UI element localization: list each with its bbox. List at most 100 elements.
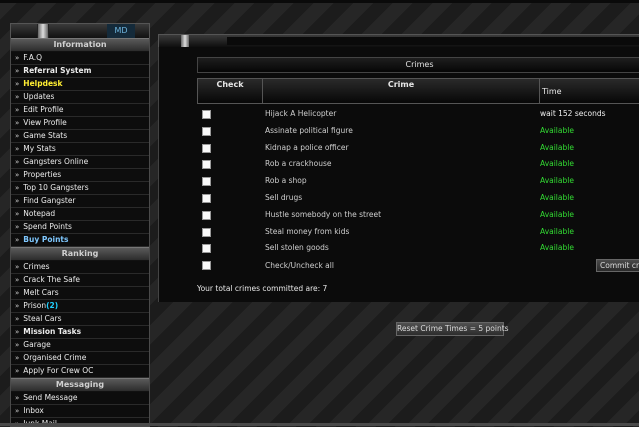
double-chevron-right-icon: » [15,210,20,218]
sidebar-item-inbox[interactable]: » Inbox [11,405,149,418]
prison-count-badge: (2) [46,301,59,310]
sidebar-item-label: Find Gangster [23,196,76,205]
sidebar-item-label: Game Stats [23,131,68,140]
sidebar-item-edit-profile[interactable]: » Edit Profile [11,104,149,117]
sidebar-item-label: Spend Points [23,222,72,231]
sidebar-item-updates[interactable]: » Updates [11,91,149,104]
sidebar-item-label: Buy Points [23,235,69,244]
crimes-title: Crimes [197,57,639,73]
crime-checkbox[interactable] [202,211,211,220]
double-chevron-right-icon: » [15,289,20,297]
crime-time-status: Available [540,210,574,219]
double-chevron-right-icon: » [15,354,20,362]
double-chevron-right-icon: » [15,236,20,244]
double-chevron-right-icon: » [15,328,20,336]
sidebar-item-find-gangster[interactable]: » Find Gangster [11,195,149,208]
sidebar-item-label: Notepad [23,209,56,218]
double-chevron-right-icon: » [15,367,20,375]
sidebar-item-garage[interactable]: » Garage [11,339,149,352]
crime-time-status: Available [540,159,574,168]
crime-time-status: Available [540,126,574,135]
sidebar-item-view-profile[interactable]: » View Profile [11,117,149,130]
sidebar-item-notepad[interactable]: » Notepad [11,208,149,221]
double-chevron-right-icon: » [15,132,20,140]
reset-crime-times-button[interactable]: Reset Crime Times = 5 points [396,322,509,336]
sidebar-item-label: Prison [23,301,47,310]
crime-name: Sell drugs [265,193,303,202]
double-chevron-right-icon: » [15,184,20,192]
sidebar-item-top-10-gangsters[interactable]: » Top 10 Gangsters [11,182,149,195]
double-chevron-right-icon: » [15,197,20,205]
sidebar-item-mission-tasks[interactable]: » Mission Tasks [11,326,149,339]
sidebar-item-referral-system[interactable]: » Referral System [11,65,149,78]
sidebar-item-gangsters-online[interactable]: » Gangsters Online [11,156,149,169]
column-header-crime-label: Crime [387,80,415,89]
double-chevron-right-icon: » [15,54,20,62]
double-chevron-right-icon: » [15,394,20,402]
sidebar-item-buy-points[interactable]: » Buy Points [11,234,149,247]
sidebar-item-label: Properties [23,170,62,179]
double-chevron-right-icon: » [15,145,20,153]
double-chevron-right-icon: » [15,80,20,88]
sidebar-item-crimes[interactable]: » Crimes [11,261,149,274]
sidebar-item-label: Apply For Crew OC [23,366,94,375]
crime-checkbox[interactable] [202,244,211,253]
sidebar-item-spend-points[interactable]: » Spend Points [11,221,149,234]
commit-crimes-button[interactable]: Commit crimes [596,259,639,272]
crime-time-status: wait 152 seconds [540,109,606,118]
double-chevron-right-icon: » [15,223,20,231]
sidebar-item-melt-cars[interactable]: » Melt Cars [11,287,149,300]
sidebar: Information» F.A.Q» Referral System» Helpde… [10,38,150,427]
double-chevron-right-icon: » [15,276,20,284]
main-header-knob [181,35,189,47]
crime-name: Sell stolen goods [265,243,329,252]
column-header-time-label: Time [542,87,562,96]
crime-checkbox[interactable] [202,177,211,186]
double-chevron-right-icon: » [15,341,20,349]
double-chevron-right-icon: » [15,158,20,166]
sidebar-item-steal-cars[interactable]: » Steal Cars [11,313,149,326]
crime-checkbox[interactable] [202,194,211,203]
crime-name: Assinate political figure [265,126,353,135]
sidebar-item-game-stats[interactable]: » Game Stats [11,130,149,143]
top-bar [0,0,639,3]
crime-checkbox[interactable] [202,110,211,119]
crime-name: Rob a crackhouse [265,159,332,168]
crime-checkbox[interactable] [202,160,211,169]
md-label: MD [107,24,135,38]
crime-name: Hustle somebody on the street [265,210,382,219]
sidebar-item-properties[interactable]: » Properties [11,169,149,182]
sidebar-item-label: Steal Cars [23,314,62,323]
double-chevron-right-icon: » [15,93,20,101]
double-chevron-right-icon: » [15,119,20,127]
check-all-label: Check/Uncheck all [265,261,334,270]
crime-time-status: Available [540,227,574,236]
sidebar-section-title: Ranking [11,247,149,261]
sidebar-item-label: Referral System [23,66,92,75]
sidebar-item-label: Gangsters Online [23,157,89,166]
sidebar-item-send-message[interactable]: » Send Message [11,392,149,405]
crime-time-status: Available [540,176,574,185]
main-panel-header [158,34,639,48]
crime-time-status: Available [540,193,574,202]
sidebar-item-apply-for-crew-oc[interactable]: » Apply For Crew OC [11,365,149,378]
header-knob [37,24,49,38]
sidebar-item-label: My Stats [23,144,56,153]
sidebar-item-helpdesk[interactable]: » Helpdesk [11,78,149,91]
check-all-checkbox[interactable] [202,261,211,270]
crime-checkbox[interactable] [202,228,211,237]
sidebar-item-crack-the-safe[interactable]: » Crack The Safe [11,274,149,287]
sidebar-item-label: Melt Cars [23,288,59,297]
crime-time-status: Available [540,243,574,252]
sidebar-item-my-stats[interactable]: » My Stats [11,143,149,156]
crime-checkbox[interactable] [202,144,211,153]
crimes-panel: Crimes Check Crime Time Hijack A Helicop… [158,47,639,302]
sidebar-item-prison[interactable]: » Prison(2) [11,300,149,313]
sidebar-item-f-a-q[interactable]: » F.A.Q [11,52,149,65]
crime-checkbox[interactable] [202,127,211,136]
sidebar-item-organised-crime[interactable]: » Organised Crime [11,352,149,365]
sidebar-item-label: Garage [23,340,51,349]
sidebar-item-label: Top 10 Gangsters [23,183,89,192]
column-header-crime: Crime [262,78,540,104]
double-chevron-right-icon: » [15,67,20,75]
